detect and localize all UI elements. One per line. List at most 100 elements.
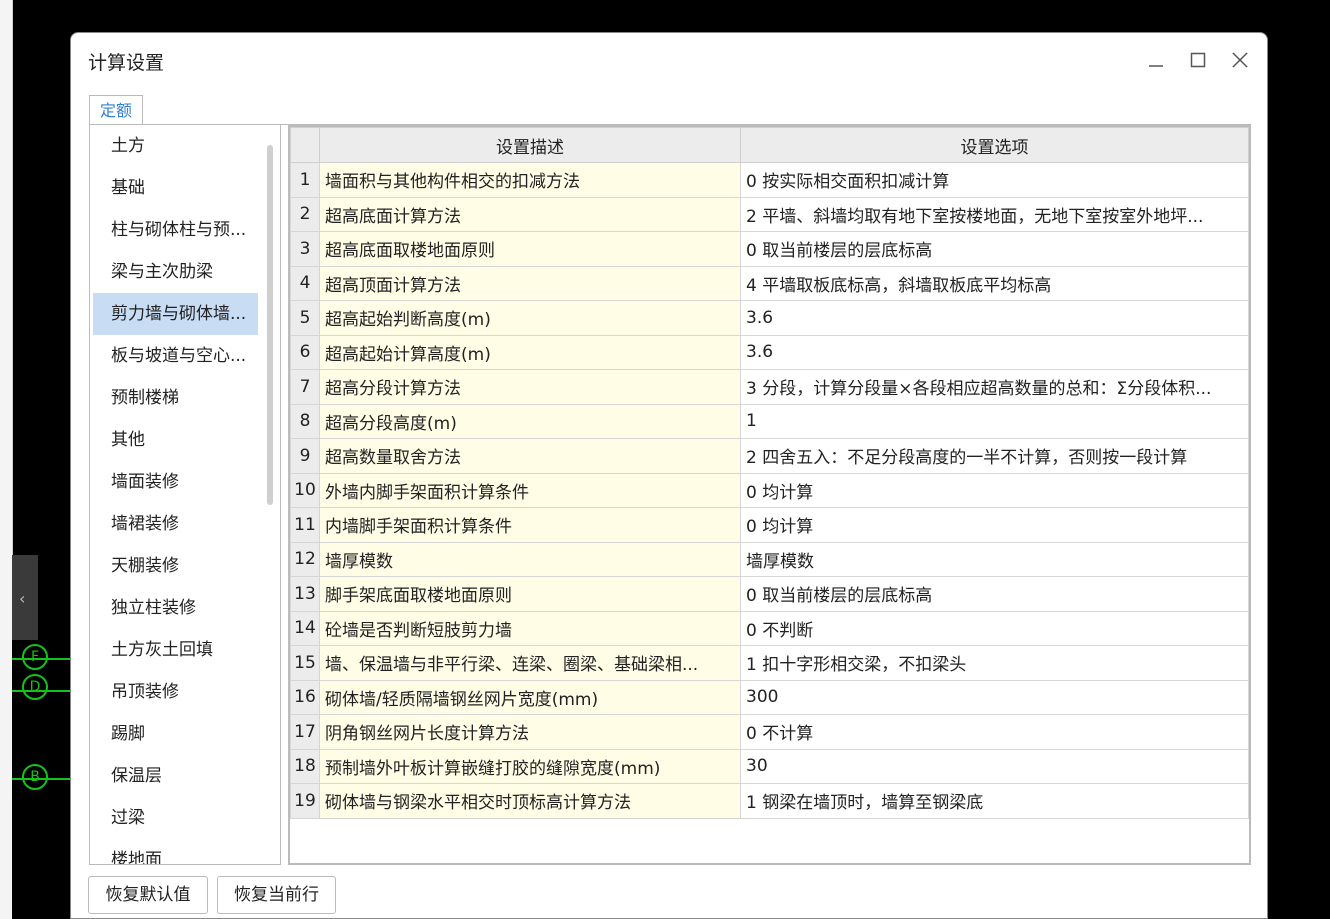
table-row[interactable]: 4 超高顶面计算方法 4 平墙取板底标高，斜墙取板底平均标高: [290, 265, 1249, 301]
table-row[interactable]: 6 超高起始计算高度(m) 3.6: [290, 334, 1249, 370]
setting-option[interactable]: 3 分段，计算分段量×各段相应超高数量的总和：Σ分段体积...: [740, 369, 1249, 405]
setting-option[interactable]: 0 均计算: [740, 472, 1249, 508]
setting-description: 超高底面计算方法: [319, 196, 741, 232]
maximize-icon: [1190, 52, 1206, 68]
restore-current-row-button[interactable]: 恢复当前行: [217, 876, 336, 914]
row-number: 8: [290, 403, 320, 439]
category-item[interactable]: 板与坡道与空心...: [90, 335, 258, 377]
close-icon: [1232, 52, 1248, 68]
row-number: 18: [290, 748, 320, 784]
setting-description: 超高分段计算方法: [319, 369, 741, 405]
row-number: 2: [290, 196, 320, 232]
category-item[interactable]: 踢脚: [90, 713, 258, 755]
table-row[interactable]: 7 超高分段计算方法 3 分段，计算分段量×各段相应超高数量的总和：Σ分段体积...: [290, 369, 1249, 405]
setting-option[interactable]: 0 不计算: [740, 714, 1249, 750]
table-row[interactable]: 15 墙、保温墙与非平行梁、连梁、圈梁、基础梁相... 1 扣十字形相交梁，不扣梁头: [290, 645, 1249, 681]
category-item[interactable]: 保温层: [90, 755, 258, 797]
tab-quota[interactable]: 定额: [89, 95, 143, 125]
setting-option[interactable]: 0 均计算: [740, 507, 1249, 543]
table-row[interactable]: 13 脚手架底面取楼地面原则 0 取当前楼层的层底标高: [290, 576, 1249, 612]
table-row[interactable]: 1 墙面积与其他构件相交的扣减方法 0 按实际相交面积扣减计算: [290, 162, 1249, 198]
settings-grid: 设置描述 设置选项 1 墙面积与其他构件相交的扣减方法 0 按实际相交面积扣减计算 2…: [288, 125, 1251, 865]
category-item[interactable]: 墙裙装修: [90, 503, 258, 545]
category-item[interactable]: 天棚装修: [90, 545, 258, 587]
dialog-title: 计算设置: [88, 52, 165, 74]
category-item[interactable]: 楼地面: [90, 839, 258, 864]
drawing-canvas[interactable]: F D B: [12, 640, 70, 919]
table-row[interactable]: 8 超高分段高度(m) 1: [290, 403, 1249, 439]
category-item[interactable]: 过梁: [90, 797, 258, 839]
row-number: 12: [290, 541, 320, 577]
setting-description: 超高分段高度(m): [319, 403, 741, 439]
setting-description: 外墙内脚手架面积计算条件: [319, 472, 741, 508]
setting-description: 超高起始计算高度(m): [319, 334, 741, 370]
setting-option[interactable]: 0 按实际相交面积扣减计算: [740, 162, 1249, 198]
category-item[interactable]: 剪力墙与砌体墙...: [93, 293, 258, 335]
row-number: 19: [290, 783, 320, 819]
table-row[interactable]: 17 阴角钢丝网片长度计算方法 0 不计算: [290, 714, 1249, 750]
setting-option[interactable]: 墙厚模数: [740, 541, 1249, 577]
setting-option[interactable]: 2 四舍五入：不足分段高度的一半不计算，否则按一段计算: [740, 438, 1249, 474]
table-row[interactable]: 14 砼墙是否判断短肢剪力墙 0 不判断: [290, 610, 1249, 646]
axis-label-f: F: [22, 644, 48, 670]
category-item[interactable]: 柱与砌体柱与预...: [90, 209, 258, 251]
minimize-button[interactable]: [1141, 47, 1171, 77]
category-item[interactable]: 吊顶装修: [90, 671, 258, 713]
row-number: 10: [290, 472, 320, 508]
table-row[interactable]: 3 超高底面取楼地面原则 0 取当前楼层的层底标高: [290, 231, 1249, 267]
setting-option[interactable]: 30: [740, 748, 1249, 784]
category-scrollbar[interactable]: [267, 145, 273, 505]
setting-option[interactable]: 3.6: [740, 334, 1249, 370]
setting-description: 阴角钢丝网片长度计算方法: [319, 714, 741, 750]
category-item[interactable]: 土方灰土回填: [90, 629, 258, 671]
category-list[interactable]: 土方 基础 柱与砌体柱与预... 梁与主次肋梁 剪力墙与砌体墙... 板与坡道与空心...…: [89, 125, 281, 865]
row-number: 16: [290, 679, 320, 715]
table-row[interactable]: 16 砌体墙/轻质隔墙钢丝网片宽度(mm) 300: [290, 679, 1249, 715]
row-number: 9: [290, 438, 320, 474]
setting-option[interactable]: 1 钢梁在墙顶时，墙算至钢梁底: [740, 783, 1249, 819]
row-number: 17: [290, 714, 320, 750]
table-row[interactable]: 9 超高数量取舍方法 2 四舍五入：不足分段高度的一半不计算，否则按一段计算: [290, 438, 1249, 474]
table-row[interactable]: 5 超高起始判断高度(m) 3.6: [290, 300, 1249, 336]
collapse-panel-tab[interactable]: ‹: [12, 555, 38, 645]
header-description: 设置描述: [319, 127, 741, 163]
category-item[interactable]: 基础: [90, 167, 258, 209]
row-number: 6: [290, 334, 320, 370]
minimize-icon: [1149, 65, 1163, 67]
setting-option[interactable]: 0 取当前楼层的层底标高: [740, 231, 1249, 267]
table-row[interactable]: 18 预制墙外叶板计算嵌缝打胶的缝隙宽度(mm) 30: [290, 748, 1249, 784]
category-item[interactable]: 墙面装修: [90, 461, 258, 503]
setting-description: 超高顶面计算方法: [319, 265, 741, 301]
table-header-row: 设置描述 设置选项: [290, 127, 1249, 163]
row-number: 1: [290, 162, 320, 198]
setting-option[interactable]: 2 平墙、斜墙均取有地下室按楼地面，无地下室按室外地坪...: [740, 196, 1249, 232]
row-number: 5: [290, 300, 320, 336]
axis-label-d: D: [22, 674, 48, 700]
setting-description: 砼墙是否判断短肢剪力墙: [319, 610, 741, 646]
table-row[interactable]: 10 外墙内脚手架面积计算条件 0 均计算: [290, 472, 1249, 508]
setting-option[interactable]: 0 取当前楼层的层底标高: [740, 576, 1249, 612]
table-row[interactable]: 12 墙厚模数 墙厚模数: [290, 541, 1249, 577]
table-row[interactable]: 11 内墙脚手架面积计算条件 0 均计算: [290, 507, 1249, 543]
category-item[interactable]: 预制楼梯: [90, 377, 258, 419]
axis-label-b: B: [22, 764, 48, 790]
category-item[interactable]: 其他: [90, 419, 258, 461]
category-item[interactable]: 独立柱装修: [90, 587, 258, 629]
setting-option[interactable]: 300: [740, 679, 1249, 715]
setting-option[interactable]: 1 扣十字形相交梁，不扣梁头: [740, 645, 1249, 681]
row-number: 11: [290, 507, 320, 543]
close-button[interactable]: [1225, 47, 1255, 77]
setting-description: 墙厚模数: [319, 541, 741, 577]
setting-option[interactable]: 3.6: [740, 300, 1249, 336]
setting-description: 脚手架底面取楼地面原则: [319, 576, 741, 612]
table-row[interactable]: 19 砌体墙与钢梁水平相交时顶标高计算方法 1 钢梁在墙顶时，墙算至钢梁底: [290, 783, 1249, 819]
setting-option[interactable]: 1: [740, 403, 1249, 439]
maximize-button[interactable]: [1183, 47, 1213, 77]
setting-option[interactable]: 4 平墙取板底标高，斜墙取板底平均标高: [740, 265, 1249, 301]
restore-default-button[interactable]: 恢复默认值: [88, 876, 208, 914]
category-item[interactable]: 土方: [90, 125, 258, 167]
table-row[interactable]: 2 超高底面计算方法 2 平墙、斜墙均取有地下室按楼地面，无地下室按室外地坪...: [290, 196, 1249, 232]
setting-description: 砌体墙与钢梁水平相交时顶标高计算方法: [319, 783, 741, 819]
category-item[interactable]: 梁与主次肋梁: [90, 251, 258, 293]
setting-option[interactable]: 0 不判断: [740, 610, 1249, 646]
